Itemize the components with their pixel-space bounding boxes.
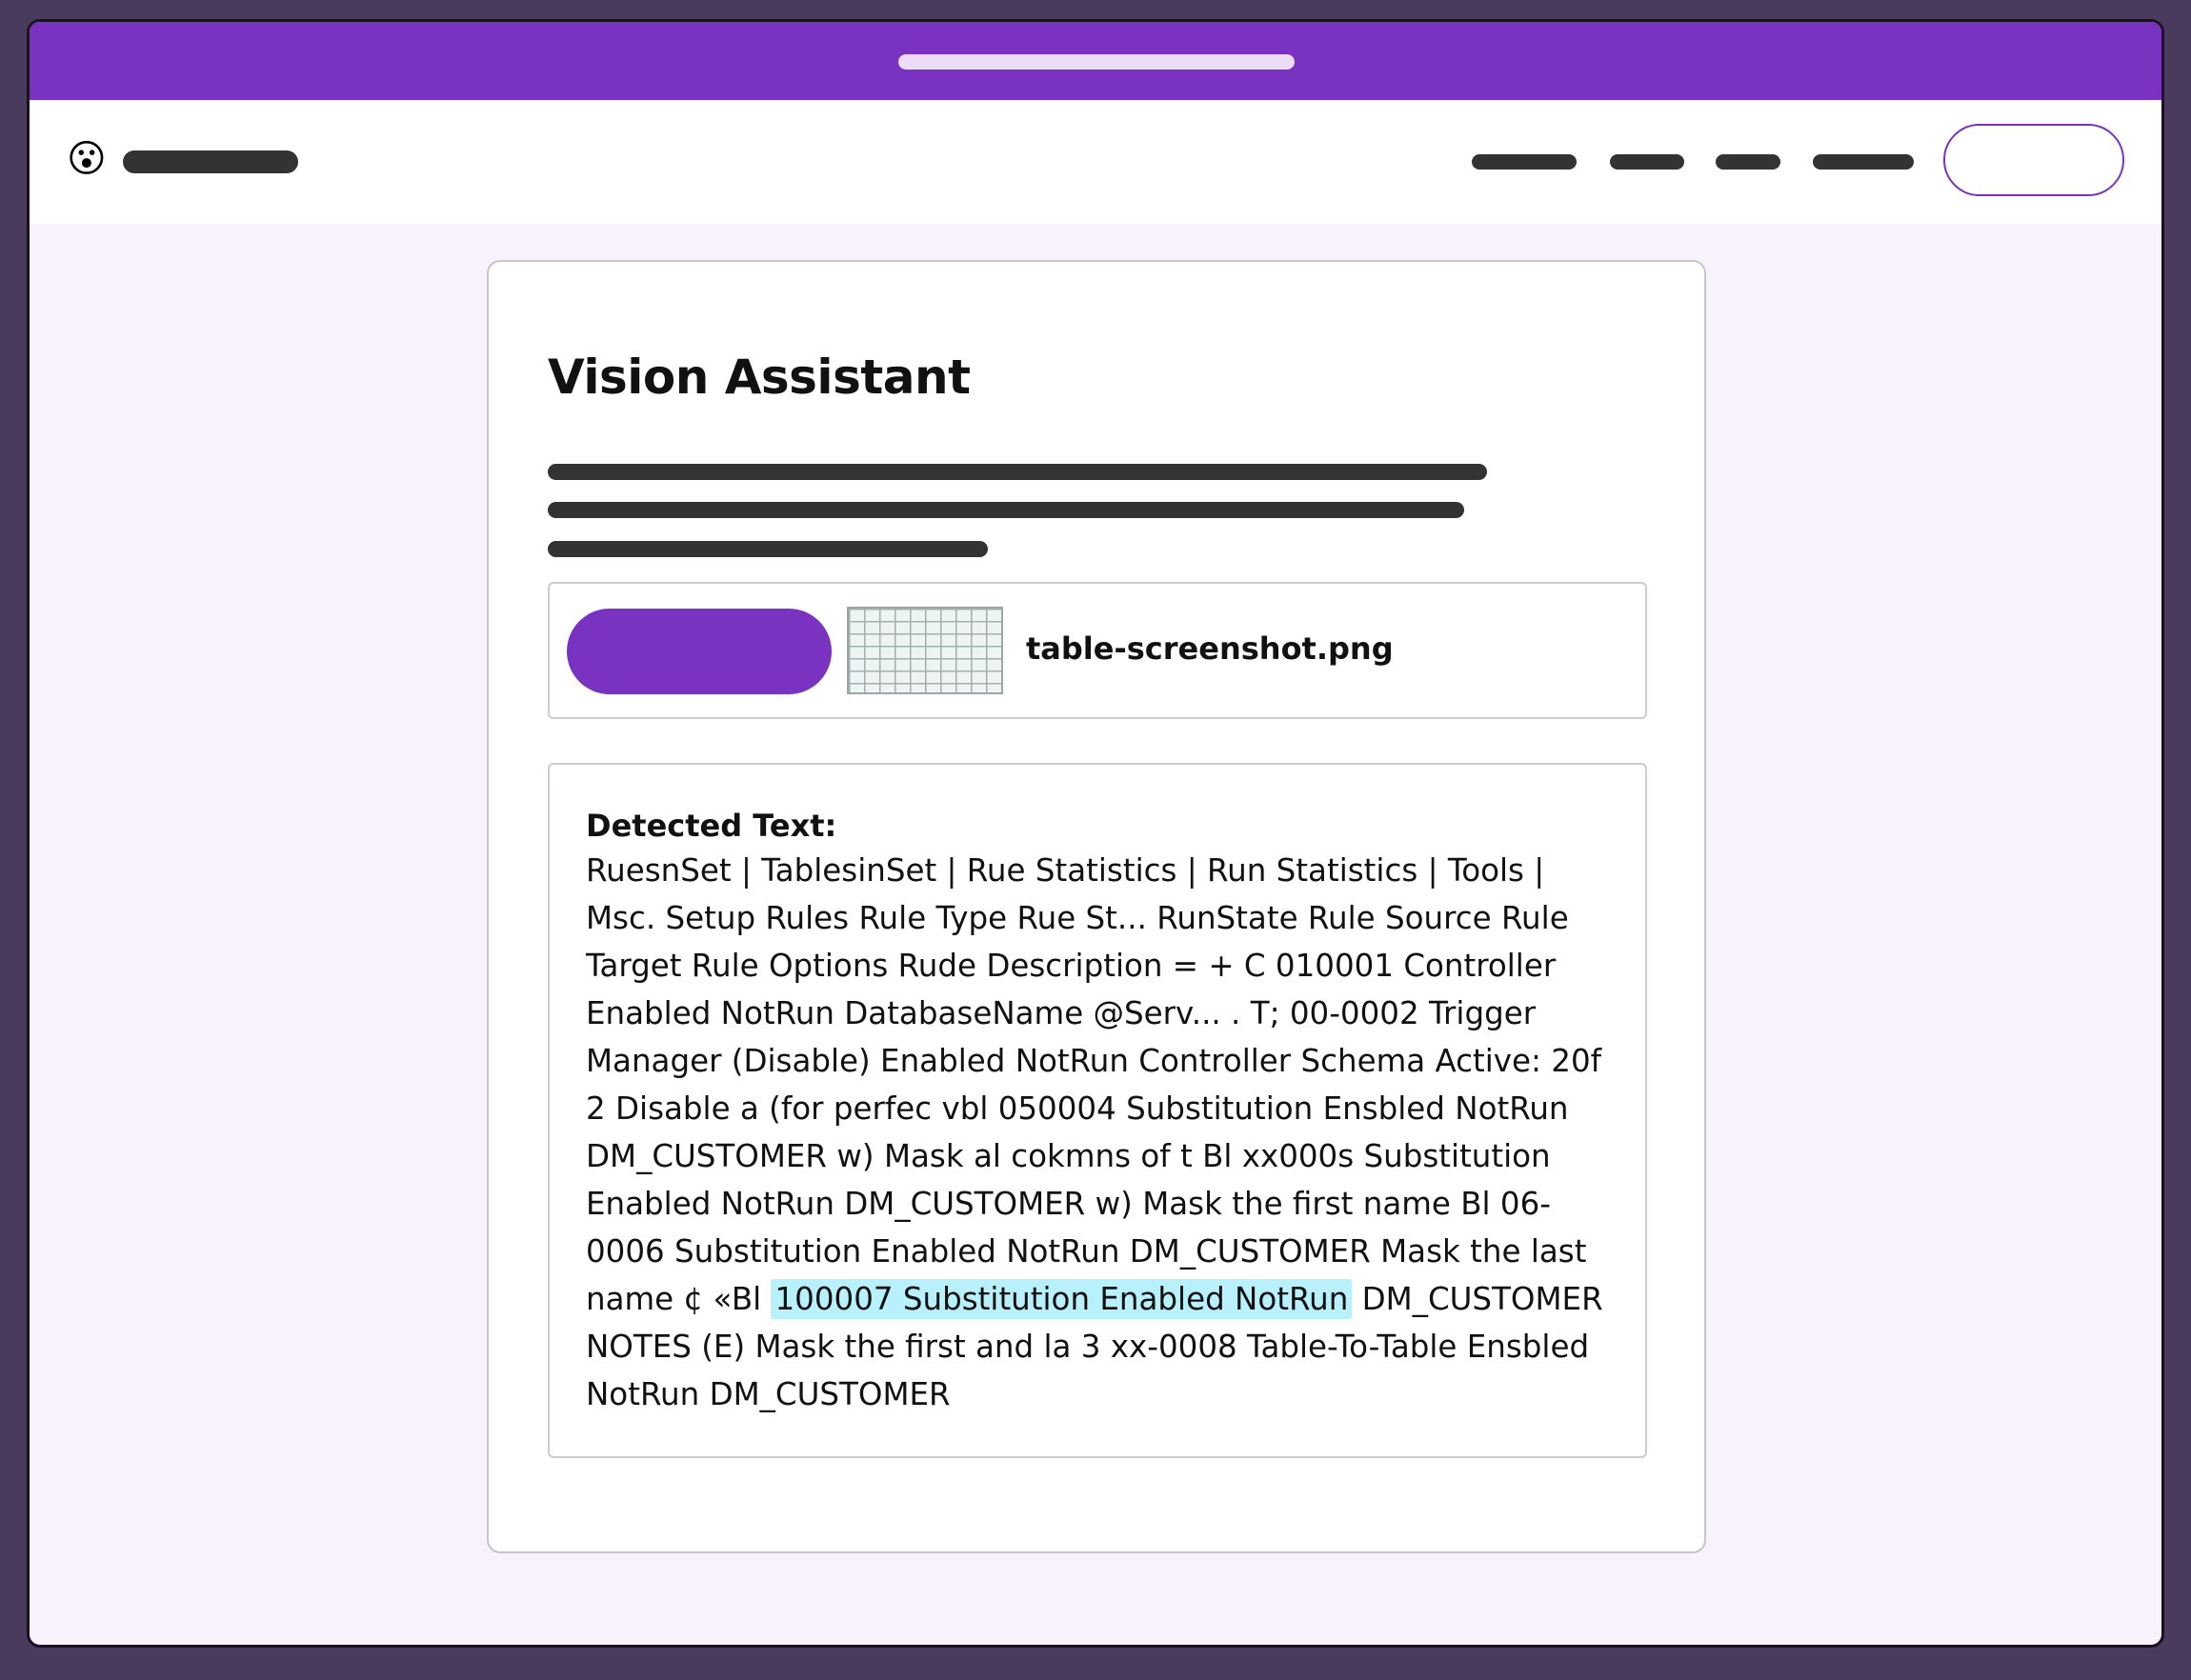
detected-text-highlight: 100007 Substitution Enabled NotRun — [771, 1279, 1353, 1319]
drag-handle[interactable] — [898, 54, 1295, 70]
upload-panel: table-screenshot.png — [548, 582, 1647, 719]
detected-text-body: RuesnSet | TablesinSet | Rue Statistics … — [586, 847, 1611, 1418]
detected-text-panel: Detected Text: RuesnSet | TablesinSet | … — [548, 763, 1647, 1458]
nav-link-4[interactable] — [1813, 154, 1914, 170]
app-window: 😮 Vision Assistant table-screenshot.png … — [27, 19, 2164, 1648]
description-line-1 — [548, 464, 1487, 480]
description-line-3 — [548, 541, 988, 557]
page-title: Vision Assistant — [548, 350, 971, 405]
title-bar[interactable] — [30, 22, 2161, 100]
nav-action-button[interactable] — [1943, 124, 2124, 196]
description-line-2 — [548, 502, 1464, 518]
main-card: Vision Assistant table-screenshot.png De… — [487, 260, 1706, 1553]
upload-button[interactable] — [567, 609, 832, 694]
nav-link-3[interactable] — [1716, 154, 1780, 170]
top-navbar: 😮 — [30, 100, 2161, 224]
nav-link-2[interactable] — [1610, 154, 1684, 170]
nav-link-1[interactable] — [1472, 154, 1577, 170]
detected-text-part-1: RuesnSet | TablesinSet | Rue Statistics … — [586, 852, 1602, 1317]
file-name: table-screenshot.png — [1026, 630, 1394, 667]
brand-name-placeholder[interactable] — [123, 150, 298, 173]
image-thumbnail[interactable] — [847, 607, 1003, 694]
logo-emoji-icon: 😮 — [67, 137, 107, 181]
detected-text-heading: Detected Text: — [586, 808, 837, 844]
